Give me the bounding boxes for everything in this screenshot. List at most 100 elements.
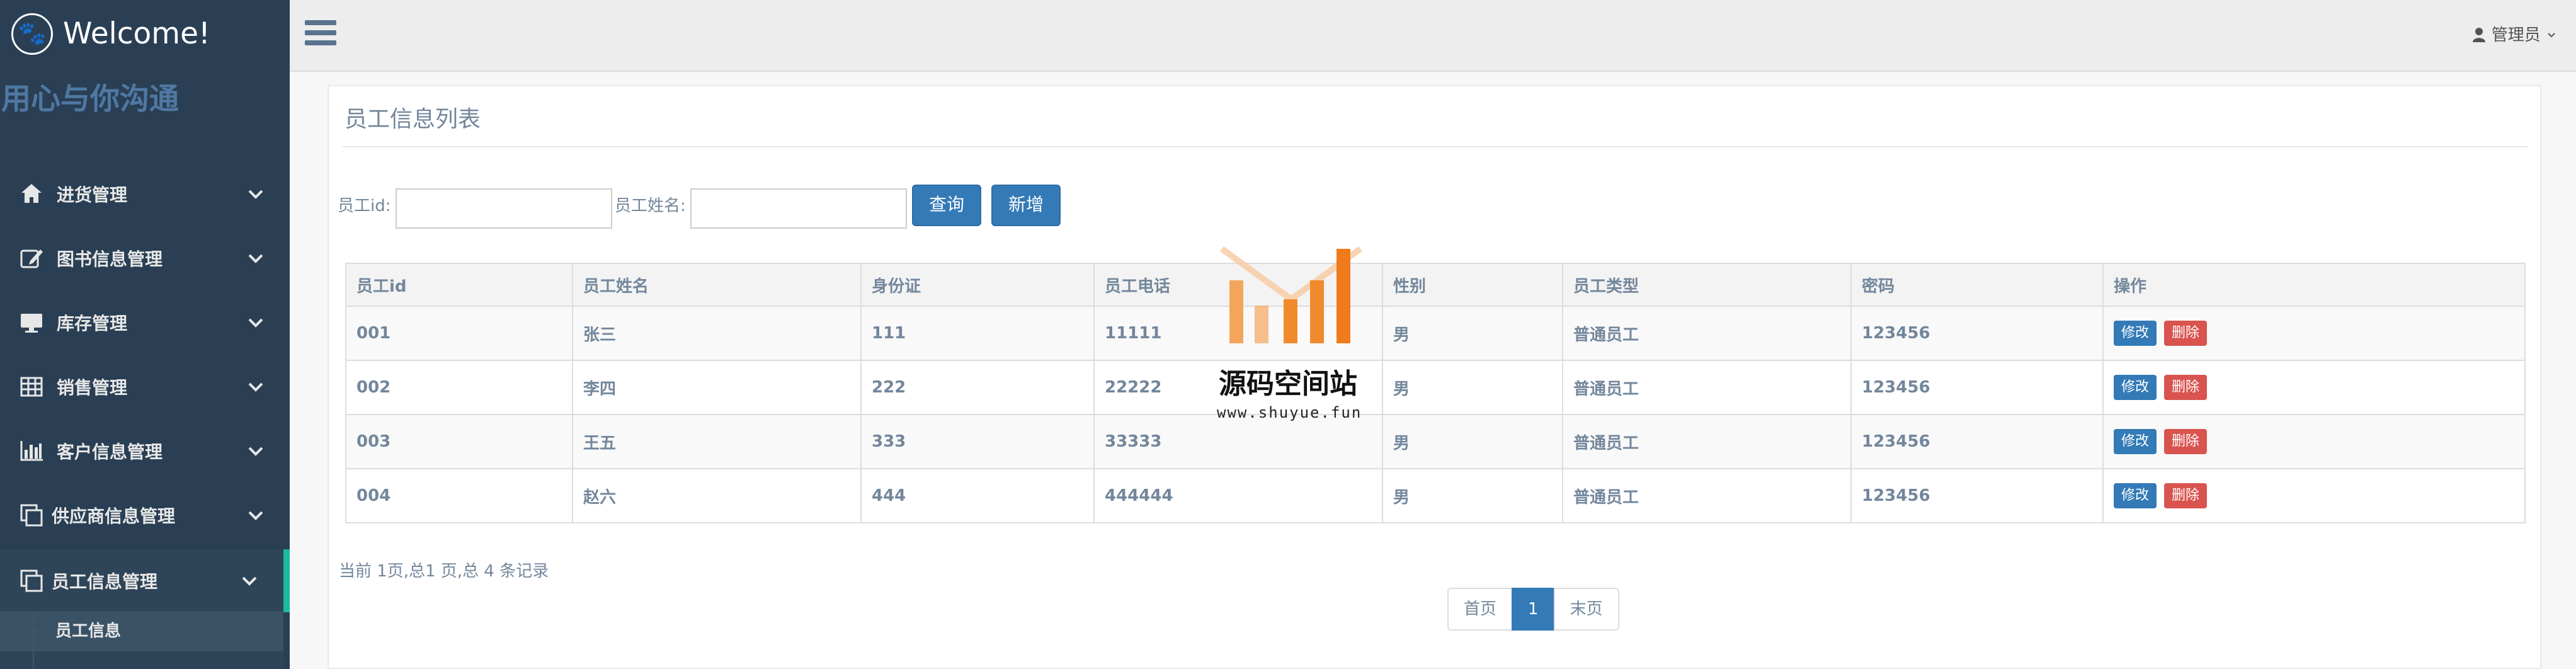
sidebar-item-inventory[interactable]: 库存管理 — [0, 291, 290, 354]
clone-icon — [18, 503, 45, 528]
delete-button[interactable]: 删除 — [2164, 483, 2208, 508]
table-cell: 123456 — [1850, 306, 2104, 361]
table-cell: 赵六 — [572, 468, 862, 523]
sidebar-item-sales[interactable]: 销售管理 — [0, 355, 290, 418]
main-panel: 员工信息列表 员工id: 员工姓名: 查询 新增 员工id 员工姓名 身份证 员… — [328, 85, 2541, 669]
column-header: 员工id — [345, 263, 573, 307]
query-button[interactable]: 查询 — [912, 185, 981, 226]
sidebar-item-books[interactable]: 图书信息管理 — [0, 227, 290, 290]
table-cell: 111 — [860, 306, 1095, 361]
sidebar-item-label: 供应商信息管理 — [52, 506, 176, 527]
employee-id-label: 员工id: — [338, 197, 391, 215]
table-row: 004 赵六 444 444444 男 普通员工 123456 修改 删除 — [345, 468, 2526, 523]
sidebar-item-label: 客户信息管理 — [57, 442, 163, 462]
table-cell: 444 — [860, 468, 1095, 523]
watermark-url: www.shuyue.fun — [1217, 404, 1362, 421]
table-cell: 普通员工 — [1562, 360, 1852, 415]
table-cell: 444444 — [1093, 468, 1383, 523]
employee-id-input[interactable] — [396, 188, 612, 229]
pagination: 首页 1 末页 — [1447, 588, 1619, 631]
column-header: 身份证 — [860, 263, 1095, 307]
table-cell: 222 — [860, 360, 1095, 415]
chevron-down-icon — [237, 568, 262, 593]
sidebar-item-employees[interactable]: 员工信息管理 — [0, 549, 290, 612]
edit-icon — [18, 246, 45, 271]
employee-name-input[interactable] — [690, 188, 907, 229]
last-page-button[interactable]: 末页 — [1553, 588, 1619, 631]
sidebar-subitem-employee-info[interactable]: 员工信息 — [0, 611, 283, 651]
table-icon — [18, 374, 45, 399]
edit-button[interactable]: 修改 — [2114, 375, 2157, 400]
table-cell: 男 — [1382, 414, 1563, 469]
submenu-line — [33, 611, 34, 669]
column-header: 员工类型 — [1562, 263, 1852, 307]
table-cell: 002 — [345, 360, 573, 415]
divider — [343, 146, 2528, 147]
user-icon — [2472, 26, 2491, 45]
table-actions: 修改 删除 — [2102, 306, 2526, 361]
brand-title: Welcome! — [63, 16, 210, 51]
chevron-down-icon — [243, 374, 268, 399]
employee-name-label: 员工姓名: — [615, 197, 686, 215]
chevron-down-icon — [2546, 26, 2557, 45]
chevron-down-icon — [243, 246, 268, 271]
chevron-down-icon — [243, 181, 268, 207]
menu-toggle-icon[interactable] — [305, 20, 336, 48]
desktop-icon — [18, 310, 45, 335]
table-cell: 123456 — [1850, 360, 2104, 415]
employee-table: 员工id 员工姓名 身份证 员工电话 性别 员工类型 密码 操作 001 张三 … — [345, 263, 2526, 523]
slogan: 用心与你沟通 — [1, 82, 179, 117]
sidebar-item-label: 进货管理 — [57, 185, 128, 205]
table-cell: 333 — [860, 414, 1095, 469]
page-title: 员工信息列表 — [345, 106, 481, 132]
sidebar: 🐾 Welcome! 用心与你沟通 进货管理 图书信息管理 库存管理 销售管理 … — [0, 0, 290, 669]
table-actions: 修改 删除 — [2102, 360, 2526, 415]
submenu-dot — [31, 629, 37, 634]
clone-icon — [18, 568, 45, 593]
delete-button[interactable]: 删除 — [2164, 429, 2208, 454]
table-header-row: 员工id 员工姓名 身份证 员工电话 性别 员工类型 密码 操作 — [345, 263, 2526, 307]
column-header: 性别 — [1382, 263, 1563, 307]
delete-button[interactable]: 删除 — [2164, 375, 2208, 400]
sidebar-item-label: 销售管理 — [57, 377, 128, 398]
table-cell: 普通员工 — [1562, 306, 1852, 361]
table-cell: 李四 — [572, 360, 862, 415]
table-cell: 普通员工 — [1562, 414, 1852, 469]
table-cell: 004 — [345, 468, 573, 523]
table-cell: 张三 — [572, 306, 862, 361]
top-nav: 管理员 — [290, 0, 2576, 72]
sidebar-item-label: 员工信息管理 — [52, 571, 158, 592]
column-header: 操作 — [2102, 263, 2526, 307]
sidebar-item-suppliers[interactable]: 供应商信息管理 — [0, 484, 290, 547]
table-actions: 修改 删除 — [2102, 414, 2526, 469]
home-icon — [18, 181, 45, 207]
bar-chart-icon — [18, 438, 45, 464]
sidebar-item-customers[interactable]: 客户信息管理 — [0, 420, 290, 483]
sidebar-item-purchase[interactable]: 进货管理 — [0, 163, 290, 226]
column-header: 员工姓名 — [572, 263, 862, 307]
edit-button[interactable]: 修改 — [2114, 429, 2157, 454]
brand[interactable]: 🐾 Welcome! — [0, 0, 290, 72]
table-row: 001 张三 111 11111 男 普通员工 123456 修改 删除 — [345, 306, 2526, 361]
add-button[interactable]: 新增 — [991, 185, 1061, 226]
current-page-button[interactable]: 1 — [1512, 588, 1555, 631]
sidebar-item-label: 库存管理 — [57, 313, 128, 334]
watermark-text: 源码空间站 — [1219, 368, 1357, 400]
sidebar-submenu: 员工信息 — [0, 611, 283, 669]
column-header: 密码 — [1850, 263, 2104, 307]
delete-button[interactable]: 删除 — [2164, 321, 2208, 346]
first-page-button[interactable]: 首页 — [1447, 588, 1513, 631]
table-row: 002 李四 222 22222 男 普通员工 123456 修改 删除 — [345, 360, 2526, 415]
record-summary: 当前 1页,总1 页,总 4 条记录 — [339, 562, 549, 581]
chevron-down-icon — [243, 503, 268, 528]
edit-button[interactable]: 修改 — [2114, 483, 2157, 508]
table-actions: 修改 删除 — [2102, 468, 2526, 523]
edit-button[interactable]: 修改 — [2114, 321, 2157, 346]
table-row: 003 王五 333 33333 男 普通员工 123456 修改 删除 — [345, 414, 2526, 469]
user-menu[interactable]: 管理员 — [2472, 24, 2557, 47]
paw-icon: 🐾 — [11, 13, 53, 55]
table-cell: 普通员工 — [1562, 468, 1852, 523]
table-cell: 003 — [345, 414, 573, 469]
table-cell: 男 — [1382, 360, 1563, 415]
table-cell: 王五 — [572, 414, 862, 469]
